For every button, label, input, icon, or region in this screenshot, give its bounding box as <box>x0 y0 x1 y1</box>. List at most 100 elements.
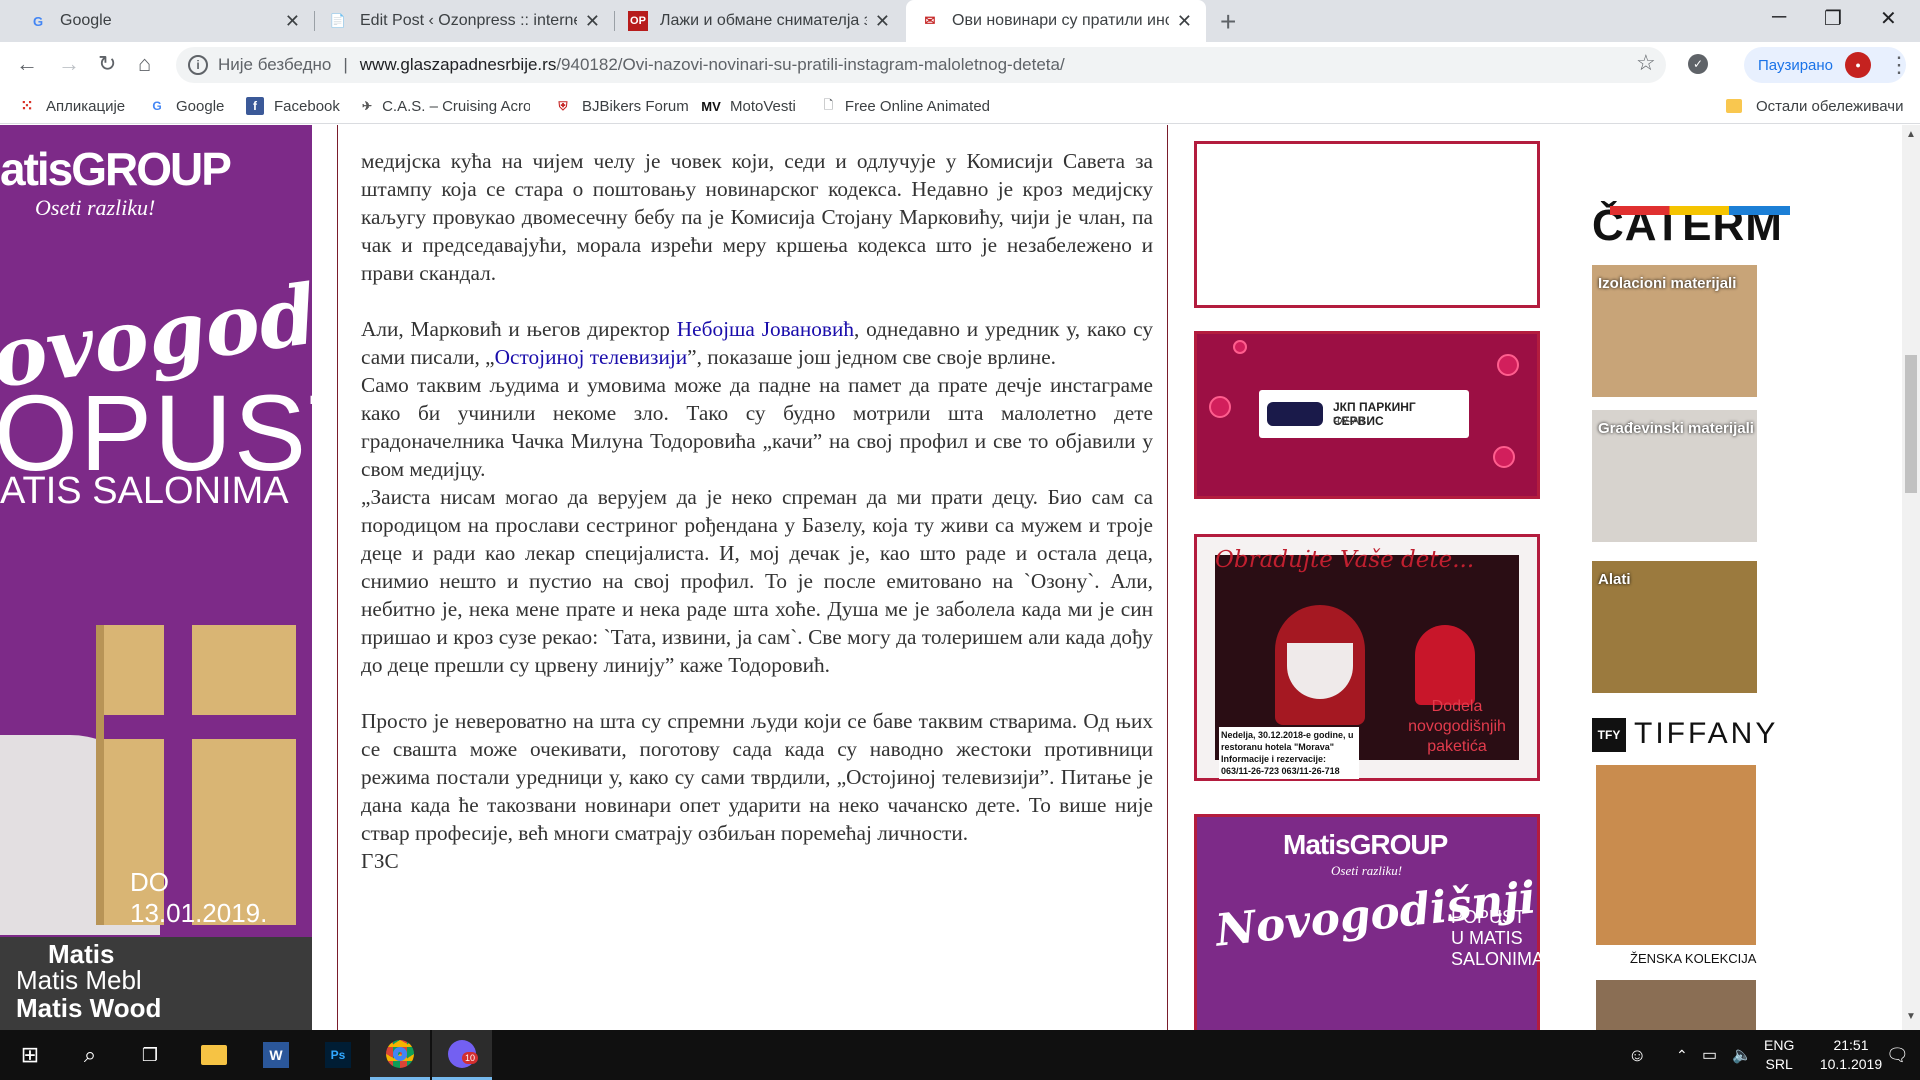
profile-paused-button[interactable]: Паузирано ● <box>1744 47 1906 83</box>
close-tab-icon[interactable]: ✕ <box>285 11 300 32</box>
santa-event-ad[interactable]: Dodela novogodišnjih paketića Nedelja, 3… <box>1194 534 1540 781</box>
close-window-button[interactable]: ✕ <box>1880 6 1897 31</box>
plane-icon: ✈ <box>362 99 373 113</box>
close-tab-icon[interactable]: ✕ <box>875 11 890 32</box>
back-button[interactable]: ← <box>16 51 38 77</box>
url-path: /940182/Ovi-nazovi-novinari-su-pratili-i… <box>556 55 1065 74</box>
extension-check-icon[interactable]: ✓ <box>1688 54 1708 74</box>
tab-ozonpress[interactable]: OP Лажи и обмане снимателја за свадб ✕ <box>614 0 904 42</box>
bookmarks-bar: ⁙ Апликације G Google f Facebook ✈ C.A.S… <box>0 88 1920 124</box>
network-icon[interactable]: ▭ <box>1702 1030 1717 1080</box>
minimize-button[interactable]: ─ <box>1772 6 1786 29</box>
empty-ad-slot[interactable] <box>1194 141 1540 308</box>
bookmark-cas[interactable]: ✈ C.A.S. – Cruising Acro <box>362 88 530 124</box>
bookmark-google[interactable]: G Google <box>148 88 224 124</box>
tile-insulation[interactable]: Izolacioni materijali <box>1592 265 1757 397</box>
new-tab-button[interactable]: + <box>1220 6 1236 38</box>
address-bar[interactable]: i Није безбедно | www.glaszapadnesrbije.… <box>176 47 1666 83</box>
article-signature: ГЗС <box>361 849 399 873</box>
task-view-icon[interactable]: ❐ <box>120 1030 180 1080</box>
notifications-icon[interactable]: 🗨 <box>1886 1030 1909 1080</box>
google-favicon-icon: G <box>32 13 44 29</box>
ornament-icon <box>1209 396 1231 418</box>
parking-logo-card: ЈКП ПАРКИНГ СЕРВИС ЧАЧАК <box>1259 390 1469 438</box>
bookmark-apps[interactable]: ⁙ Апликације <box>18 88 125 124</box>
ornament-icon <box>1497 354 1519 376</box>
google-icon: G <box>152 99 162 113</box>
home-button[interactable]: ⌂ <box>138 51 151 77</box>
tab-active-article[interactable]: ✉ Ови новинари су пратили инстагр ✕ <box>906 0 1206 42</box>
ad-footer: Matis Matis Mebl Matis Wood <box>0 937 312 1030</box>
article-paragraph: Али, Марковић и његов директор Небојша Ј… <box>361 317 1153 369</box>
close-tab-icon[interactable]: ✕ <box>1177 11 1192 32</box>
people-icon[interactable]: ☺ <box>1628 1030 1646 1080</box>
language-indicator[interactable]: ENG SRL <box>1764 1030 1794 1080</box>
ozonpress-favicon-icon: OP <box>628 11 648 31</box>
tab-title: Edit Post ‹ Ozonpress :: internet p <box>360 12 577 29</box>
windows-taskbar: ⊞ ⌕ ❐ W Ps 10 ☺ ⌃ ▭ 🔈 ENG SRL 21:51 10.1… <box>0 1030 1920 1080</box>
link-ostojina-televizija[interactable]: Остојиној телевизији <box>495 345 688 369</box>
avatar: ● <box>1845 52 1872 78</box>
browser-toolbar: ← → ↻ ⌂ i Није безбедно | www.glaszapadn… <box>0 42 1920 88</box>
scroll-thumb[interactable] <box>1905 355 1917 493</box>
forward-button[interactable]: → <box>58 51 80 77</box>
fashion-image <box>1596 980 1756 1030</box>
photoshop-icon[interactable]: Ps <box>308 1030 368 1080</box>
ad-tagline: Oseti razliku! <box>35 195 156 220</box>
maximize-button[interactable]: ❐ <box>1824 6 1842 31</box>
bookmark-bjbikers[interactable]: ⛨ BJBikers Forum <box>554 88 688 124</box>
clock[interactable]: 21:51 10.1.2019 <box>1816 1030 1886 1080</box>
glas-favicon-icon: ✉ <box>924 13 936 28</box>
santa-image: Dodela novogodišnjih paketića Nedelja, 3… <box>1215 555 1519 779</box>
child-figure-icon <box>1415 625 1475 705</box>
close-tab-icon[interactable]: ✕ <box>585 11 600 32</box>
motovesti-icon: MV <box>701 98 721 114</box>
word-icon[interactable]: W <box>246 1030 306 1080</box>
article-body: медијска кућа на чијем челу је човек кој… <box>361 147 1153 875</box>
article-column: медијска кућа на чијем челу је човек кој… <box>337 125 1168 1030</box>
bookmark-free-online-animated[interactable]: 🗋 Free Online Animated <box>822 88 990 124</box>
info-icon[interactable]: i <box>188 55 208 75</box>
tile-tools[interactable]: Alati <box>1592 561 1757 693</box>
scroll-down-icon[interactable]: ▼ <box>1906 1011 1916 1022</box>
ad-salonima: ATIS SALONIMA <box>0 470 289 512</box>
bookmark-star-icon[interactable]: ☆ <box>1636 50 1656 76</box>
tab-edit-post[interactable]: 📄 Edit Post ‹ Ozonpress :: internet p ✕ <box>314 0 614 42</box>
start-button[interactable]: ⊞ <box>0 1030 60 1080</box>
ornament-icon <box>1233 340 1247 354</box>
tiffany-logo: TFY TIFFANY <box>1592 717 1778 753</box>
article-paragraph: Само таквим људима и умовима може да пад… <box>361 373 1153 481</box>
article-paragraph: „Заиста нисам могао да верујем да је нек… <box>361 485 1153 677</box>
tab-title: Лажи и обмане снимателја за свадб <box>660 12 867 29</box>
bookmark-other[interactable]: Остали обележивачи <box>1726 88 1903 124</box>
car-icon <box>1267 402 1323 426</box>
facebook-icon: f <box>246 97 264 115</box>
bookmark-motovesti[interactable]: MV MotoVesti <box>701 88 796 124</box>
file-explorer-icon[interactable] <box>184 1030 244 1080</box>
left-ad-banner[interactable]: atisGROUP Oseti razliku! ovogodišnji OPU… <box>0 125 312 1030</box>
volume-icon[interactable]: 🔈 <box>1732 1030 1752 1080</box>
shield-icon: ⛨ <box>558 98 568 113</box>
article-paragraph: медијска кућа на чијем челу је човек кој… <box>361 149 1153 285</box>
bookmark-facebook[interactable]: f Facebook <box>246 88 340 124</box>
fashion-image <box>1596 765 1756 945</box>
ornament-icon <box>1493 446 1515 468</box>
search-icon[interactable]: ⌕ <box>60 1030 120 1080</box>
ad-date: DO 13.01.2019. <box>130 867 268 928</box>
matis-sidebar-ad[interactable]: MatisGROUP Oseti razliku! Novogodišnji P… <box>1194 814 1544 1030</box>
tab-google[interactable]: G Google ✕ <box>14 0 314 42</box>
tab-strip: G Google ✕ 📄 Edit Post ‹ Ozonpress :: in… <box>0 0 1920 42</box>
article-paragraph: Просто је невероватно на шта су спремни … <box>361 709 1153 845</box>
parking-servis-ad[interactable]: ЈКП ПАРКИНГ СЕРВИС ЧАЧАК <box>1194 331 1540 499</box>
tab-title: Google <box>60 12 112 29</box>
reload-button[interactable]: ↻ <box>98 51 116 77</box>
link-nebojsa-jovanovic[interactable]: Небојша Јовановић <box>677 317 854 341</box>
menu-kebab-icon[interactable]: ⋮ <box>1888 52 1910 78</box>
chrome-taskbar-icon[interactable] <box>370 1030 430 1080</box>
tile-construction[interactable]: Građevinski materijali <box>1592 410 1757 542</box>
chevron-up-icon[interactable]: ⌃ <box>1676 1030 1688 1080</box>
scroll-up-icon[interactable]: ▲ <box>1906 129 1916 140</box>
page-scrollbar[interactable]: ▲ ▼ <box>1902 125 1920 1030</box>
viber-taskbar-icon[interactable]: 10 <box>432 1030 492 1080</box>
right-ad-banner[interactable]: ČATERM Izolacioni materijali Građevinski… <box>1590 125 1902 1030</box>
